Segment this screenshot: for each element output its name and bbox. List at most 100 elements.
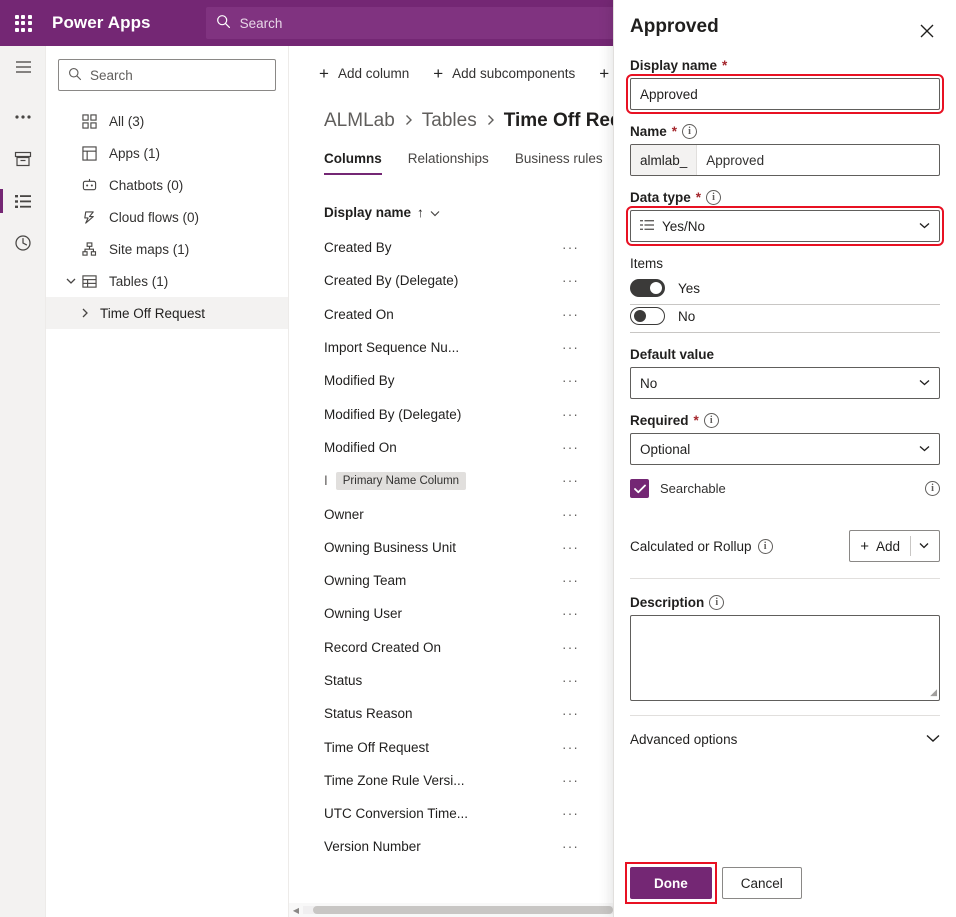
nav-search-placeholder: Search (90, 68, 133, 83)
done-button[interactable]: Done (630, 867, 712, 899)
cell-display-name: UTC Conversion Time... (324, 806, 562, 821)
default-value-dropdown[interactable]: No (630, 367, 940, 399)
cancel-button[interactable]: Cancel (722, 867, 802, 899)
more-icon[interactable] (0, 96, 46, 138)
chevron-down-icon[interactable] (64, 277, 78, 285)
searchable-checkbox[interactable] (630, 479, 649, 498)
sidebar-item-chatbots[interactable]: Chatbots (0) (46, 169, 288, 201)
column-header-display-name[interactable]: Display name ↑ (324, 205, 562, 220)
advanced-options-toggle[interactable]: Advanced options (630, 715, 940, 763)
sidebar-item-apps[interactable]: Apps (1) (46, 137, 288, 169)
item-label-yes[interactable]: Yes (678, 281, 700, 296)
nav-item-list: All (3) Apps (1) Chatbots (0) (46, 105, 288, 329)
add-column-label: Add column (338, 66, 409, 81)
column-properties-panel: Approved Display name * Approved Name (613, 0, 956, 917)
plus-icon: + (860, 538, 869, 555)
panel-body: Display name * Approved Name * i almlab_… (614, 46, 956, 763)
chevron-right-icon (404, 114, 413, 129)
label-text: Default value (630, 347, 714, 362)
chevron-right-icon[interactable] (78, 308, 92, 318)
plus-icon: + (599, 65, 609, 82)
required-dropdown[interactable]: Optional (630, 433, 940, 465)
yes-toggle[interactable] (630, 279, 665, 297)
global-search-placeholder: Search (240, 16, 283, 31)
hamburger-icon[interactable] (0, 46, 46, 88)
add-rollup-button[interactable]: + Add (849, 530, 940, 562)
description-textarea[interactable]: ◢ (630, 615, 940, 701)
description-field-group: Description i ◢ (630, 595, 940, 701)
tab-relationships[interactable]: Relationships (408, 151, 489, 175)
data-type-label: Data type * i (630, 190, 940, 205)
sidebar-item-time-off-request[interactable]: Time Off Request (46, 297, 288, 329)
chevron-right-icon (486, 114, 495, 129)
calculated-or-rollup-row: Calculated or Rollup i + Add (630, 514, 940, 579)
sidebar-item-tables[interactable]: Tables (1) (46, 265, 288, 297)
breadcrumb-root[interactable]: ALMLab (324, 110, 395, 132)
info-icon[interactable]: i (704, 413, 719, 428)
scrollbar-thumb[interactable] (313, 906, 613, 914)
item-label-no[interactable]: No (678, 309, 695, 324)
cell-display-name: Owning Business Unit (324, 540, 562, 555)
history-icon[interactable] (0, 222, 46, 264)
name-field-group: Name * i almlab_ Approved (630, 124, 940, 176)
calculated-or-rollup-label: Calculated or Rollup (630, 539, 752, 554)
info-icon[interactable]: i (706, 190, 721, 205)
cell-display-name: IPrimary Name Column (324, 472, 562, 490)
scroll-left-icon[interactable]: ◀ (289, 906, 303, 915)
advanced-options-label: Advanced options (630, 732, 737, 747)
cell-display-name: Owning Team (324, 573, 562, 588)
no-toggle[interactable] (630, 307, 665, 325)
nav-search-input[interactable]: Search (58, 59, 276, 91)
power-apps-window: Power Apps Search (0, 0, 956, 917)
yes-no-type-icon (640, 219, 654, 234)
cell-display-name: Record Created On (324, 640, 562, 655)
archive-icon[interactable] (0, 138, 46, 180)
data-type-dropdown[interactable]: Yes/No (630, 210, 940, 242)
info-icon[interactable]: i (925, 481, 940, 496)
display-name-input[interactable]: Approved (630, 78, 940, 110)
chevron-down-icon[interactable] (919, 541, 929, 551)
primary-key-icon: I (324, 473, 328, 488)
sidebar-item-site-maps[interactable]: Site maps (1) (46, 233, 288, 265)
solutions-list-icon[interactable] (0, 180, 46, 222)
searchable-label: Searchable (660, 481, 726, 496)
items-field-group: Items Yes No (630, 256, 940, 333)
required-asterisk: * (694, 413, 699, 428)
info-icon[interactable]: i (758, 539, 773, 554)
add-column-button[interactable]: + Add column (309, 59, 419, 88)
info-icon[interactable]: i (709, 595, 724, 610)
name-value: Approved (697, 145, 939, 175)
sidebar-item-label: Apps (1) (109, 146, 160, 161)
sidebar-item-label: All (3) (109, 114, 144, 129)
tab-business-rules[interactable]: Business rules (515, 151, 603, 175)
waffle-icon (15, 15, 32, 32)
table-icon (81, 274, 98, 289)
sidebar-item-all[interactable]: All (3) (46, 105, 288, 137)
sidebar-item-cloud-flows[interactable]: Cloud flows (0) (46, 201, 288, 233)
add-subcomponents-button[interactable]: + Add subcomponents (423, 59, 585, 88)
close-icon[interactable] (912, 16, 942, 46)
name-input[interactable]: almlab_ Approved (630, 144, 940, 176)
sitemap-icon (81, 242, 98, 257)
cell-display-name: Status (324, 673, 562, 688)
name-label: Name * i (630, 124, 940, 139)
searchable-row: Searchable i (630, 479, 940, 498)
cell-display-name: Modified On (324, 440, 562, 455)
global-search-box[interactable]: Search (206, 7, 626, 39)
cell-display-name: Import Sequence Nu... (324, 340, 562, 355)
required-label: Required * i (630, 413, 940, 428)
required-value: Optional (640, 442, 690, 457)
search-icon (68, 67, 82, 84)
display-name-label: Display name * (630, 58, 940, 73)
resize-grip-icon[interactable]: ◢ (930, 687, 937, 698)
tab-columns[interactable]: Columns (324, 151, 382, 175)
chevron-down-icon[interactable] (430, 205, 440, 220)
label-text: Data type (630, 190, 691, 205)
sidebar-item-label: Cloud flows (0) (109, 210, 199, 225)
breadcrumb-level2[interactable]: Tables (422, 110, 477, 132)
cell-display-name: Version Number (324, 839, 562, 854)
info-icon[interactable]: i (682, 124, 697, 139)
chevron-down-icon (919, 444, 930, 454)
item-row-yes: Yes (630, 279, 940, 305)
app-launcher-button[interactable] (0, 0, 46, 46)
